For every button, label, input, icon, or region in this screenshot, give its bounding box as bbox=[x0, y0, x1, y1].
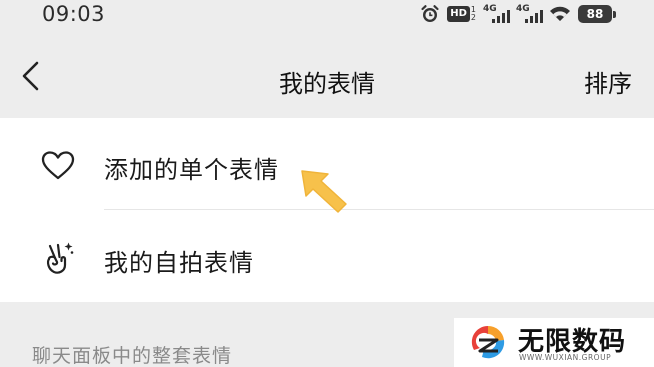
sort-button[interactable]: 排序 bbox=[584, 64, 632, 99]
section-header: 聊天面板中的整套表情 bbox=[32, 345, 233, 367]
heart-outline-icon bbox=[40, 148, 76, 184]
brand-url: WWW.WUXIAN.GROUP bbox=[519, 353, 612, 362]
battery-level: 88 bbox=[578, 5, 612, 23]
nav-bar: 我的表情 排序 bbox=[0, 30, 654, 118]
list-item-my-selfie-stickers[interactable]: 我的自拍表情 bbox=[0, 210, 654, 302]
pointer-arrow-icon bbox=[301, 170, 347, 213]
list-item-label-1: 添加的单个表情 bbox=[104, 156, 279, 184]
hd-voice-icon: HD 1 2 bbox=[447, 6, 476, 22]
victory-hand-icon bbox=[40, 240, 76, 276]
status-icons: HD 1 2 4G 4G 88 bbox=[420, 3, 616, 25]
screen: 09:03 HD 1 2 4G 4G 88 我的表情 排序 添加的单个表情 我的… bbox=[0, 0, 654, 367]
brand-logo-icon bbox=[469, 323, 507, 361]
page-title: 我的表情 bbox=[279, 70, 375, 98]
list-item-label-2: 我的自拍表情 bbox=[104, 249, 254, 277]
signal-icon-1: 4G bbox=[483, 4, 510, 24]
battery-icon: 88 bbox=[578, 5, 616, 23]
signal-icon-2: 4G bbox=[516, 4, 543, 24]
status-time: 09:03 bbox=[42, 2, 106, 26]
hd-digit-2: 2 bbox=[470, 13, 476, 22]
status-bar: 09:03 HD 1 2 4G 4G 88 bbox=[0, 0, 654, 30]
watermark: 无限数码 WWW.WUXIAN.GROUP bbox=[454, 318, 654, 367]
wifi-icon bbox=[549, 5, 571, 23]
hd-label: HD bbox=[447, 6, 470, 22]
alarm-icon bbox=[420, 4, 440, 24]
